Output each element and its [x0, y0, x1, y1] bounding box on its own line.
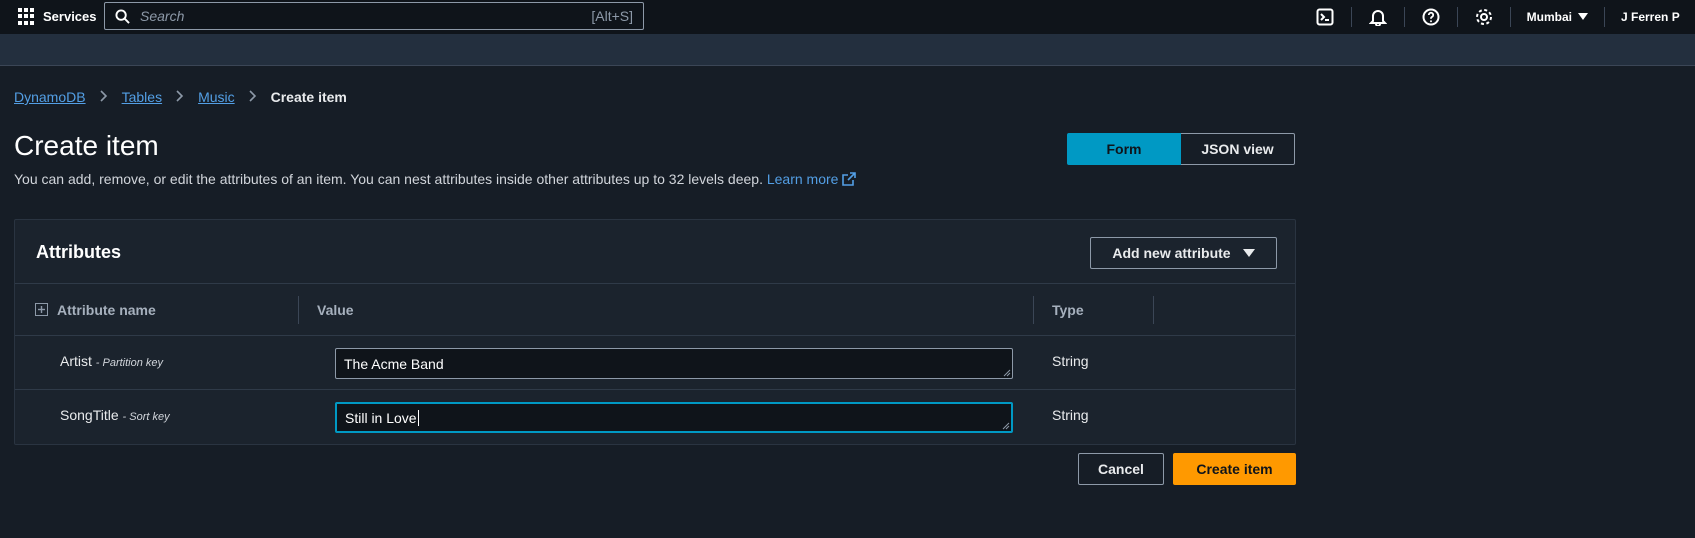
chevron-right-icon: [176, 89, 184, 105]
account-menu[interactable]: J Ferren P: [1621, 10, 1695, 24]
page-title: Create item: [14, 130, 159, 161]
key-type-label: - Partition key: [95, 357, 164, 369]
view-toggle: Form JSON view: [1067, 133, 1295, 165]
help-icon[interactable]: [1421, 7, 1441, 27]
region-selector[interactable]: Mumbai: [1527, 10, 1588, 24]
table-row: SongTitle - Sort key Still in Love Strin…: [15, 390, 1295, 444]
divider: [1403, 7, 1405, 27]
text-cursor: [417, 409, 419, 426]
column-header-type: Type: [1052, 301, 1084, 318]
attribute-name: Artist - Partition key: [60, 353, 163, 369]
region-label: Mumbai: [1526, 10, 1572, 24]
top-navigation: Services Search [Alt+S] Mumbai J Ferren …: [0, 0, 1695, 66]
column-header-value: Value: [317, 301, 354, 318]
breadcrumb: DynamoDB Tables Music Create item: [14, 89, 347, 105]
divider: [1509, 7, 1511, 27]
attribute-type: String: [1052, 407, 1089, 423]
settings-gear-icon[interactable]: [1474, 7, 1494, 27]
divider: [1350, 7, 1352, 27]
breadcrumb-link-tables[interactable]: Tables: [122, 89, 162, 105]
chevron-right-icon: [249, 89, 257, 105]
resize-handle-icon[interactable]: [1002, 422, 1010, 430]
search-placeholder: Search: [140, 8, 185, 24]
breadcrumb-link-dynamodb[interactable]: DynamoDB: [14, 89, 86, 105]
caret-down-icon: [1242, 248, 1255, 257]
attribute-name-label: Artist: [60, 353, 92, 369]
add-attribute-label: Add new attribute: [1112, 245, 1231, 261]
create-item-button[interactable]: Create item: [1173, 453, 1296, 485]
breadcrumb-link-music[interactable]: Music: [198, 89, 235, 105]
learn-more-link[interactable]: Learn more: [767, 171, 857, 187]
value-text: The Acme Band: [344, 355, 444, 372]
expand-all-icon[interactable]: [35, 284, 48, 335]
notifications-bell-icon[interactable]: [1368, 7, 1388, 27]
search-shortcut: [Alt+S]: [591, 8, 633, 24]
attribute-type: String: [1052, 353, 1089, 369]
nav-icons: Mumbai J Ferren P: [1315, 7, 1695, 27]
grid-icon: [18, 8, 35, 25]
page-description: You can add, remove, or edit the attribu…: [14, 171, 857, 187]
column-divider: [1033, 296, 1034, 324]
services-menu-button[interactable]: Services: [18, 8, 97, 25]
attribute-name: SongTitle - Sort key: [60, 407, 170, 423]
resize-handle-icon[interactable]: [1003, 369, 1011, 377]
chevron-right-icon: [100, 89, 108, 105]
column-header-attribute-name: Attribute name: [57, 301, 156, 318]
key-type-label: - Sort key: [122, 411, 170, 423]
search-input[interactable]: Search [Alt+S]: [104, 2, 644, 30]
external-link-icon: [842, 172, 857, 186]
value-input[interactable]: Still in Love: [335, 402, 1013, 433]
services-label: Services: [43, 9, 97, 24]
table-row: Artist - Partition key The Acme Band Str…: [15, 336, 1295, 390]
cancel-button[interactable]: Cancel: [1078, 453, 1164, 485]
divider: [1604, 7, 1605, 27]
form-view-button[interactable]: Form: [1067, 133, 1181, 165]
divider: [1456, 7, 1458, 27]
column-divider: [298, 296, 299, 324]
add-new-attribute-button[interactable]: Add new attribute: [1090, 237, 1277, 269]
cloudshell-icon[interactable]: [1315, 7, 1335, 27]
caret-down-icon: [1578, 13, 1588, 20]
description-text: You can add, remove, or edit the attribu…: [14, 171, 763, 187]
breadcrumb-current: Create item: [270, 89, 347, 105]
value-input[interactable]: The Acme Band: [335, 348, 1013, 379]
json-view-button[interactable]: JSON view: [1181, 133, 1295, 165]
value-text: Still in Love: [345, 409, 417, 426]
attributes-panel: Attributes Add new attribute Attribute n…: [14, 219, 1296, 445]
attributes-table-header: Attribute name Value Type: [15, 283, 1295, 336]
search-icon: [115, 8, 130, 24]
column-divider: [1153, 296, 1154, 324]
learn-more-label: Learn more: [766, 171, 839, 187]
attribute-name-label: SongTitle: [60, 407, 119, 423]
attributes-heading: Attributes: [36, 242, 121, 262]
